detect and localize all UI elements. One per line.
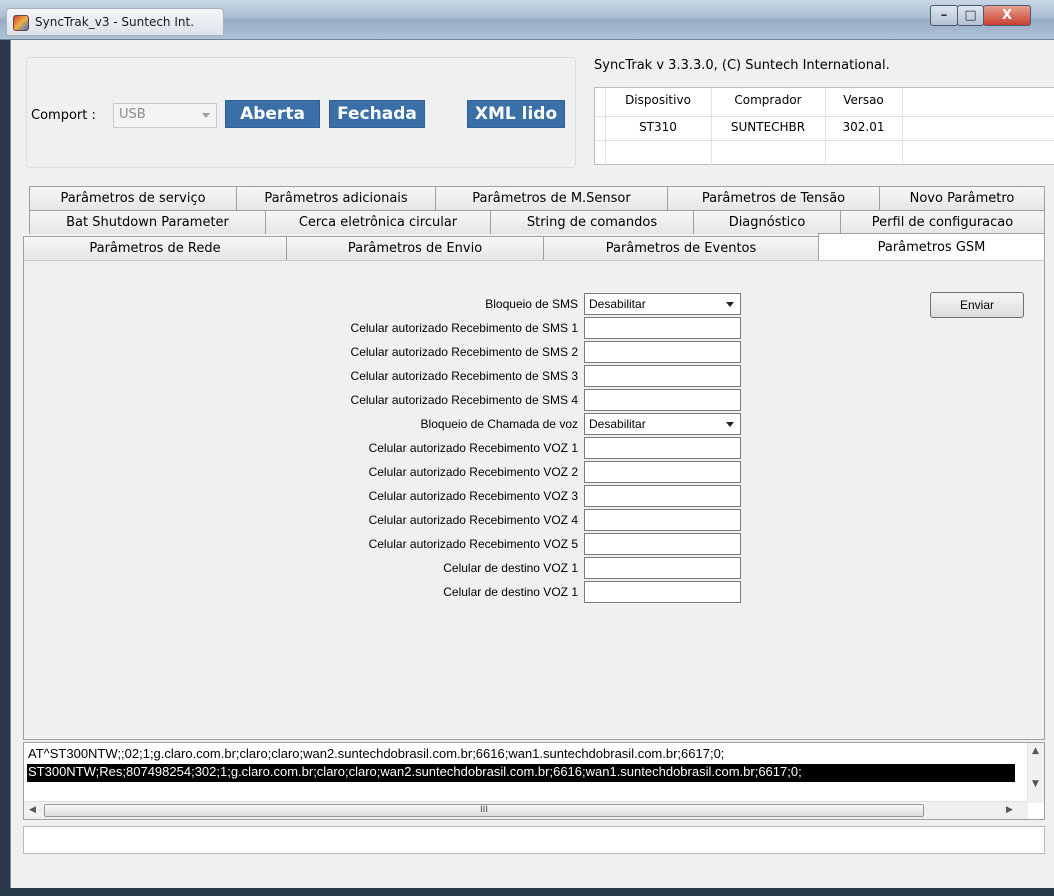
scroll-left-icon[interactable]: ◀ — [29, 805, 36, 815]
sms-receiver-input-2[interactable] — [584, 341, 741, 363]
log-vertical-scrollbar[interactable]: ▲ ▼ — [1027, 743, 1044, 803]
voice-receiver-input-3[interactable] — [584, 485, 741, 507]
log-line-1[interactable]: AT^ST300NTW;;02;1;g.claro.com.br;claro;c… — [27, 746, 1015, 764]
chevron-down-icon — [726, 422, 734, 427]
tab-row-3: Parâmetros de Rede Parâmetros de Envio P… — [23, 233, 1045, 261]
voice-block-label: Bloqueio de Chamada de voz — [420, 417, 578, 431]
voice-destination-label-2: Celular de destino VOZ 1 — [443, 585, 578, 599]
scroll-down-icon[interactable]: ▼ — [1032, 779, 1039, 789]
table-cell-buyer[interactable]: SUNTECHBR — [711, 120, 825, 134]
tab-parametros-servico[interactable]: Parâmetros de serviço — [29, 186, 237, 210]
scroll-up-icon[interactable]: ▲ — [1032, 746, 1039, 756]
minimize-button[interactable]: – — [930, 5, 958, 26]
voice-receiver-label-3: Celular autorizado Recebimento VOZ 3 — [368, 489, 578, 503]
close-port-button[interactable]: Fechada — [329, 100, 425, 128]
version-text: SyncTrak v 3.3.3.0, (C) Suntech Internat… — [594, 58, 890, 73]
sms-block-select[interactable]: Desabilitar — [584, 293, 741, 315]
tab-cerca-eletronica[interactable]: Cerca eletrônica circular — [265, 210, 491, 234]
voice-receiver-label-4: Celular autorizado Recebimento VOZ 4 — [368, 513, 578, 527]
voice-receiver-input-4[interactable] — [584, 509, 741, 531]
log-horizontal-scrollbar[interactable]: ◀ III ▶ — [24, 801, 1028, 819]
voice-block-select[interactable]: Desabilitar — [584, 413, 741, 435]
app-icon — [13, 15, 29, 31]
sms-receiver-input-4[interactable] — [584, 389, 741, 411]
sms-receiver-label-2: Celular autorizado Recebimento de SMS 2 — [350, 345, 578, 359]
tab-perfil-configuracao[interactable]: Perfil de configuracao — [840, 210, 1045, 234]
sms-receiver-label-1: Celular autorizado Recebimento de SMS 1 — [350, 321, 578, 335]
chevron-down-icon — [202, 113, 210, 118]
tab-parametros-adicionais[interactable]: Parâmetros adicionais — [236, 186, 436, 210]
tab-diagnostico[interactable]: Diagnóstico — [693, 210, 841, 234]
voice-destination-input-1[interactable] — [584, 557, 741, 579]
sms-block-value: Desabilitar — [589, 297, 646, 311]
sms-receiver-label-4: Celular autorizado Recebimento de SMS 4 — [350, 393, 578, 407]
sms-receiver-label-3: Celular autorizado Recebimento de SMS 3 — [350, 369, 578, 383]
chevron-down-icon — [726, 302, 734, 307]
voice-receiver-label-1: Celular autorizado Recebimento VOZ 1 — [368, 441, 578, 455]
close-button[interactable]: X — [983, 5, 1031, 26]
tab-novo-parametro[interactable]: Novo Parâmetro — [879, 186, 1045, 210]
tab-parametros-rede[interactable]: Parâmetros de Rede — [23, 236, 287, 260]
sms-receiver-input-3[interactable] — [584, 365, 741, 387]
table-header-versao: Versao — [843, 93, 884, 107]
sms-receiver-input-1[interactable] — [584, 317, 741, 339]
tab-bat-shutdown[interactable]: Bat Shutdown Parameter — [29, 210, 266, 234]
connection-group: Comport : USB Aberta Fechada XML lido — [26, 57, 576, 168]
client-area: Comport : USB Aberta Fechada XML lido Sy… — [10, 40, 1054, 888]
scroll-right-icon[interactable]: ▶ — [1006, 805, 1013, 815]
log-line-2-selected[interactable]: ST300NTW;Res;807498254;302;1;g.claro.com… — [27, 764, 1015, 782]
window-title: SyncTrak_v3 - Suntech Int. — [35, 15, 195, 29]
voice-destination-label-1: Celular de destino VOZ 1 — [443, 561, 578, 575]
voice-receiver-input-1[interactable] — [584, 437, 741, 459]
xml-read-button[interactable]: XML lido — [467, 100, 565, 128]
tab-string-comandos[interactable]: String de comandos — [490, 210, 694, 234]
comport-select[interactable]: USB — [113, 103, 217, 128]
table-header-comprador: Comprador — [734, 93, 802, 107]
tab-row-1: Parâmetros de serviço Parâmetros adicion… — [29, 186, 1045, 210]
title-tab: SyncTrak_v3 - Suntech Int. — [6, 8, 224, 36]
horizontal-scroll-thumb[interactable]: III — [44, 804, 924, 817]
tab-parametros-tensao[interactable]: Parâmetros de Tensão — [667, 186, 880, 210]
maximize-button[interactable]: □ — [957, 5, 984, 26]
table-cell-device[interactable]: ST310 — [605, 120, 711, 134]
gsm-tab-panel: Bloqueio de SMS Desabilitar Celular auto… — [23, 260, 1045, 740]
voice-receiver-input-2[interactable] — [584, 461, 741, 483]
tab-parametros-eventos[interactable]: Parâmetros de Eventos — [543, 236, 819, 260]
sms-block-label: Bloqueio de SMS — [485, 297, 578, 311]
status-field — [23, 826, 1045, 854]
comport-label: Comport : — [31, 108, 96, 123]
tab-parametros-gsm[interactable]: Parâmetros GSM — [818, 233, 1045, 261]
voice-receiver-label-5: Celular autorizado Recebimento VOZ 5 — [368, 537, 578, 551]
send-button[interactable]: Enviar — [930, 292, 1024, 318]
table-header-dispositivo: Dispositivo — [625, 93, 691, 107]
voice-destination-input-2[interactable] — [584, 581, 741, 603]
open-port-button[interactable]: Aberta — [225, 100, 320, 128]
voice-block-value: Desabilitar — [589, 417, 646, 431]
tab-row-2: Bat Shutdown Parameter Cerca eletrônica … — [29, 210, 1045, 234]
tab-parametros-msensor[interactable]: Parâmetros de M.Sensor — [435, 186, 668, 210]
title-bar: SyncTrak_v3 - Suntech Int. – □ X — [0, 0, 1054, 40]
log-output[interactable]: AT^ST300NTW;;02;1;g.claro.com.br;claro;c… — [23, 742, 1045, 820]
voice-receiver-label-2: Celular autorizado Recebimento VOZ 2 — [368, 465, 578, 479]
voice-receiver-input-5[interactable] — [584, 533, 741, 555]
table-cell-version[interactable]: 302.01 — [825, 120, 902, 134]
comport-value: USB — [119, 107, 146, 122]
device-table: Dispositivo Comprador Versao ST310 SUNTE… — [594, 87, 1054, 166]
tab-parametros-envio[interactable]: Parâmetros de Envio — [286, 236, 544, 260]
